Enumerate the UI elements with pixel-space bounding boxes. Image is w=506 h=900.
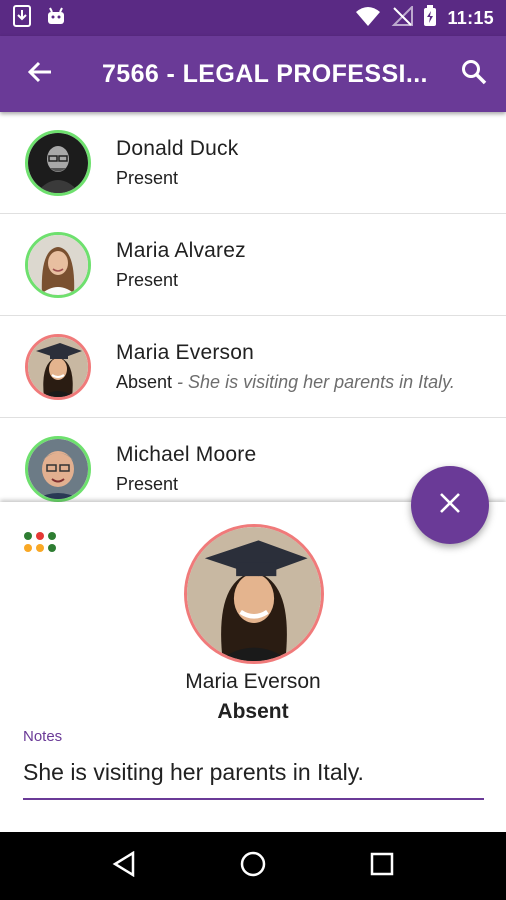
status-dot — [24, 532, 32, 540]
app-bar: 7566 - LEGAL PROFESSI... — [0, 36, 506, 112]
student-name: Maria Everson — [116, 340, 254, 364]
close-button[interactable] — [411, 466, 489, 544]
student-list: Donald Duck Present Maria Alvarez Presen… — [0, 112, 506, 502]
status-dot — [48, 544, 56, 552]
student-name: Michael Moore — [116, 442, 257, 466]
student-name: Maria Alvarez — [116, 238, 246, 262]
student-status: Present — [116, 473, 179, 494]
avatar — [25, 129, 91, 196]
download-icon — [12, 4, 32, 32]
android-icon — [46, 7, 66, 30]
status-dots-icon[interactable] — [24, 532, 58, 554]
clock: 11:15 — [447, 7, 494, 28]
student-name: Donald Duck — [116, 136, 239, 160]
student-status: Present — [116, 167, 179, 188]
notes-label: Notes — [23, 728, 63, 745]
list-item[interactable]: Maria Alvarez Present — [0, 214, 506, 316]
nav-home-button[interactable] — [223, 836, 283, 896]
nav-back-button[interactable] — [94, 836, 154, 896]
back-triangle-icon — [112, 850, 136, 882]
detail-name: Maria Everson — [185, 670, 321, 693]
student-note: - She is visiting her parents in Italy. — [172, 371, 455, 392]
status-dot — [36, 532, 44, 540]
status-dot — [24, 544, 32, 552]
nav-recents-button[interactable] — [352, 836, 412, 896]
status-bar: 11:15 — [0, 0, 506, 36]
avatar — [25, 333, 91, 400]
search-icon — [461, 59, 487, 90]
home-circle-icon — [239, 850, 267, 883]
student-status: Absent — [116, 371, 173, 392]
recents-square-icon — [370, 852, 394, 881]
notes-input[interactable] — [23, 754, 484, 800]
student-status: Present — [116, 269, 179, 290]
avatar-large — [184, 524, 324, 664]
status-dot — [36, 544, 44, 552]
list-item[interactable]: Maria Everson Absent - She is visiting h… — [0, 316, 506, 418]
back-button[interactable] — [0, 36, 80, 112]
page-title: 7566 - LEGAL PROFESSI... — [102, 59, 428, 88]
detail-status: Absent — [217, 700, 289, 723]
wifi-icon — [355, 6, 381, 31]
avatar — [25, 435, 91, 502]
avatar — [25, 231, 91, 298]
arrow-back-icon — [27, 60, 53, 89]
system-nav-bar — [0, 832, 506, 900]
status-dot — [48, 532, 56, 540]
no-signal-icon — [391, 4, 414, 31]
search-button[interactable] — [442, 36, 506, 112]
battery-charging-icon — [423, 4, 437, 32]
list-item[interactable]: Donald Duck Present — [0, 112, 506, 214]
student-detail-sheet: Maria Everson Absent Notes — [0, 502, 506, 832]
close-icon — [439, 492, 461, 519]
